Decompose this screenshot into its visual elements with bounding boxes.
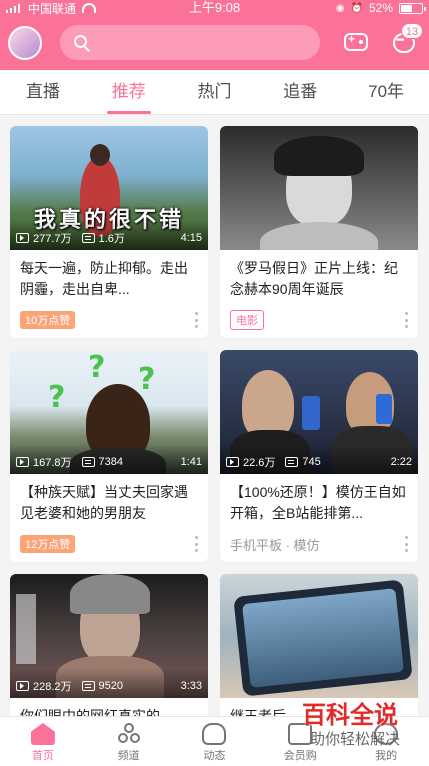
video-category-meta: 手机平板 · 模仿 — [230, 537, 320, 553]
more-options-icon[interactable] — [404, 536, 408, 552]
category-tag: 电影 — [230, 310, 264, 330]
play-count-icon — [16, 233, 29, 243]
video-thumbnail: ? ? ? 167.8万 7384 1:41 — [10, 350, 208, 474]
danmaku-icon — [285, 457, 299, 467]
nav-dynamic[interactable]: 动态 — [172, 717, 258, 766]
watermark-sub: 助你轻松解决 — [310, 731, 401, 748]
nav-label: 动态 — [203, 750, 226, 762]
danmaku-count: 9520 — [98, 680, 124, 692]
watermark: 百科全说 助你轻松解决 — [302, 702, 422, 762]
category-tabs: 直播 推荐 热门 追番 70年 — [0, 70, 429, 115]
more-options-icon[interactable] — [194, 312, 198, 328]
video-thumbnail — [220, 574, 418, 698]
danmaku-count: 7384 — [98, 456, 124, 468]
status-bar: 中国联通 上午9:08 ◉ ⏰ 52% — [0, 0, 429, 16]
battery-icon — [399, 2, 426, 14]
search-bar[interactable] — [60, 25, 320, 60]
alarm-icon: ⏰ — [350, 2, 363, 14]
nav-label: 首页 — [31, 750, 54, 762]
dynamic-icon — [202, 723, 227, 745]
danmaku-icon — [81, 233, 95, 243]
message-badge: 13 — [401, 23, 423, 39]
video-title: 每天一遍，防止抑郁。走出阴霾，走出自卑... — [20, 260, 188, 297]
more-options-icon[interactable] — [404, 312, 408, 328]
tab-live[interactable]: 直播 — [0, 70, 86, 114]
nav-label: 频道 — [117, 750, 140, 762]
tab-70-years[interactable]: 70年 — [343, 70, 429, 114]
location-icon: ◉ — [335, 2, 345, 14]
tab-anime[interactable]: 追番 — [257, 70, 343, 114]
danmaku-count: 1.6万 — [98, 233, 125, 245]
video-card[interactable]: ? ? ? 167.8万 7384 1:41 【种族天赋】当丈夫回家遇见老婆和她… — [10, 350, 208, 562]
watermark-main: 百科全说 — [302, 702, 398, 729]
battery-percent: 52% — [368, 1, 393, 15]
video-card[interactable]: 继王者后... — [220, 574, 418, 716]
video-card[interactable]: 我真的很不错 277.7万 1.6万 4:15 每天一遍，防止抑郁。走出阴霾，走… — [10, 126, 208, 338]
video-duration: 4:15 — [180, 232, 202, 244]
search-icon — [74, 35, 87, 48]
play-count-icon — [16, 457, 29, 467]
danmaku-icon — [81, 681, 95, 691]
tab-hot[interactable]: 热门 — [172, 70, 258, 114]
video-thumbnail — [220, 126, 418, 250]
game-center-icon[interactable] — [344, 32, 368, 51]
danmaku-icon — [81, 457, 95, 467]
tab-recommend[interactable]: 推荐 — [86, 70, 172, 114]
channel-icon — [117, 723, 141, 745]
video-duration: 1:41 — [180, 456, 202, 468]
like-tag: 12万点赞 — [20, 535, 76, 553]
video-thumbnail: 22.6万 745 2:22 — [220, 350, 418, 474]
play-count-icon — [226, 457, 239, 467]
video-thumbnail: 我真的很不错 277.7万 1.6万 4:15 — [10, 126, 208, 250]
top-header: 中国联通 上午9:08 ◉ ⏰ 52% 13 — [0, 0, 429, 70]
nav-channel[interactable]: 频道 — [86, 717, 172, 766]
danmaku-count: 745 — [302, 456, 321, 468]
view-count: 167.8万 — [33, 457, 72, 469]
view-count: 228.2万 — [33, 681, 72, 693]
video-feed: 我真的很不错 277.7万 1.6万 4:15 每天一遍，防止抑郁。走出阴霾，走… — [0, 116, 429, 716]
video-duration: 2:22 — [390, 456, 412, 468]
avatar[interactable] — [8, 26, 42, 60]
video-title: 【种族天赋】当丈夫回家遇见老婆和她的男朋友 — [20, 484, 188, 521]
video-title: 【100%还原！】模仿王自如开箱，全B站能排第... — [230, 484, 406, 521]
video-duration: 3:33 — [180, 680, 202, 692]
view-count: 22.6万 — [243, 457, 276, 469]
view-count: 277.7万 — [33, 233, 72, 245]
nav-home[interactable]: 首页 — [0, 717, 86, 766]
video-card[interactable]: 22.6万 745 2:22 【100%还原！】模仿王自如开箱，全B站能排第..… — [220, 350, 418, 562]
video-title: 《罗马假日》正片上线：纪念赫本90周年诞辰 — [230, 260, 398, 297]
search-input[interactable] — [96, 25, 306, 60]
video-title: 你们眼中的网红真实的... — [20, 708, 172, 716]
play-count-icon — [16, 681, 29, 691]
video-card[interactable]: 《罗马假日》正片上线：纪念赫本90周年诞辰 电影 — [220, 126, 418, 338]
video-thumbnail: 228.2万 9520 3:33 — [10, 574, 208, 698]
home-icon — [30, 723, 55, 745]
like-tag: 10万点赞 — [20, 311, 76, 329]
more-options-icon[interactable] — [194, 536, 198, 552]
video-card[interactable]: 228.2万 9520 3:33 你们眼中的网红真实的... — [10, 574, 208, 716]
